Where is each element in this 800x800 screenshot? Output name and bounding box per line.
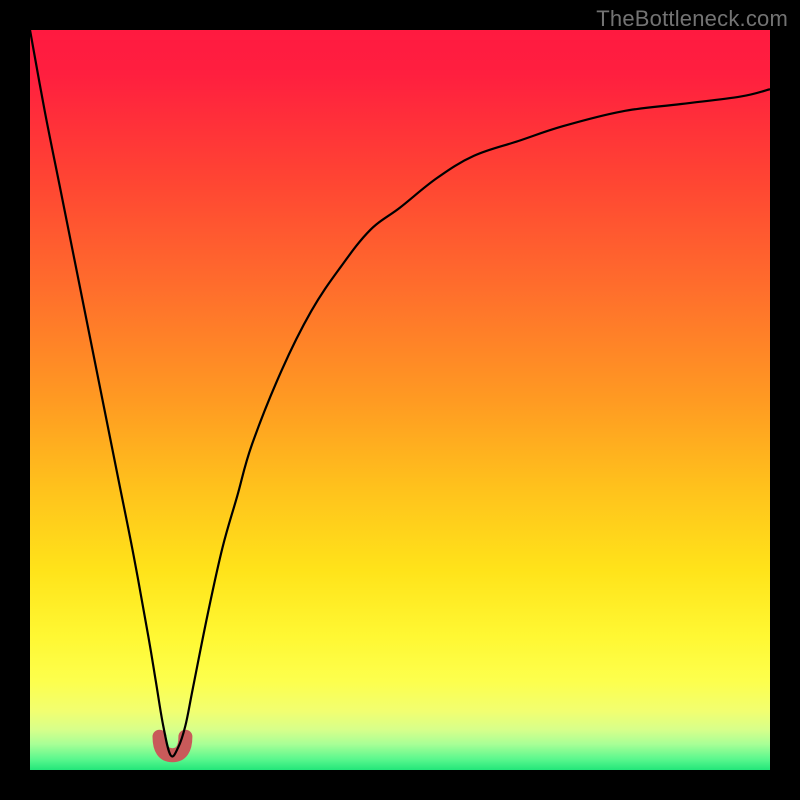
chart-frame: TheBottleneck.com [0, 0, 800, 800]
heat-gradient-background [30, 30, 770, 770]
watermark-text: TheBottleneck.com [596, 6, 788, 32]
plot-area [30, 30, 770, 770]
gradient-rect [30, 30, 770, 770]
